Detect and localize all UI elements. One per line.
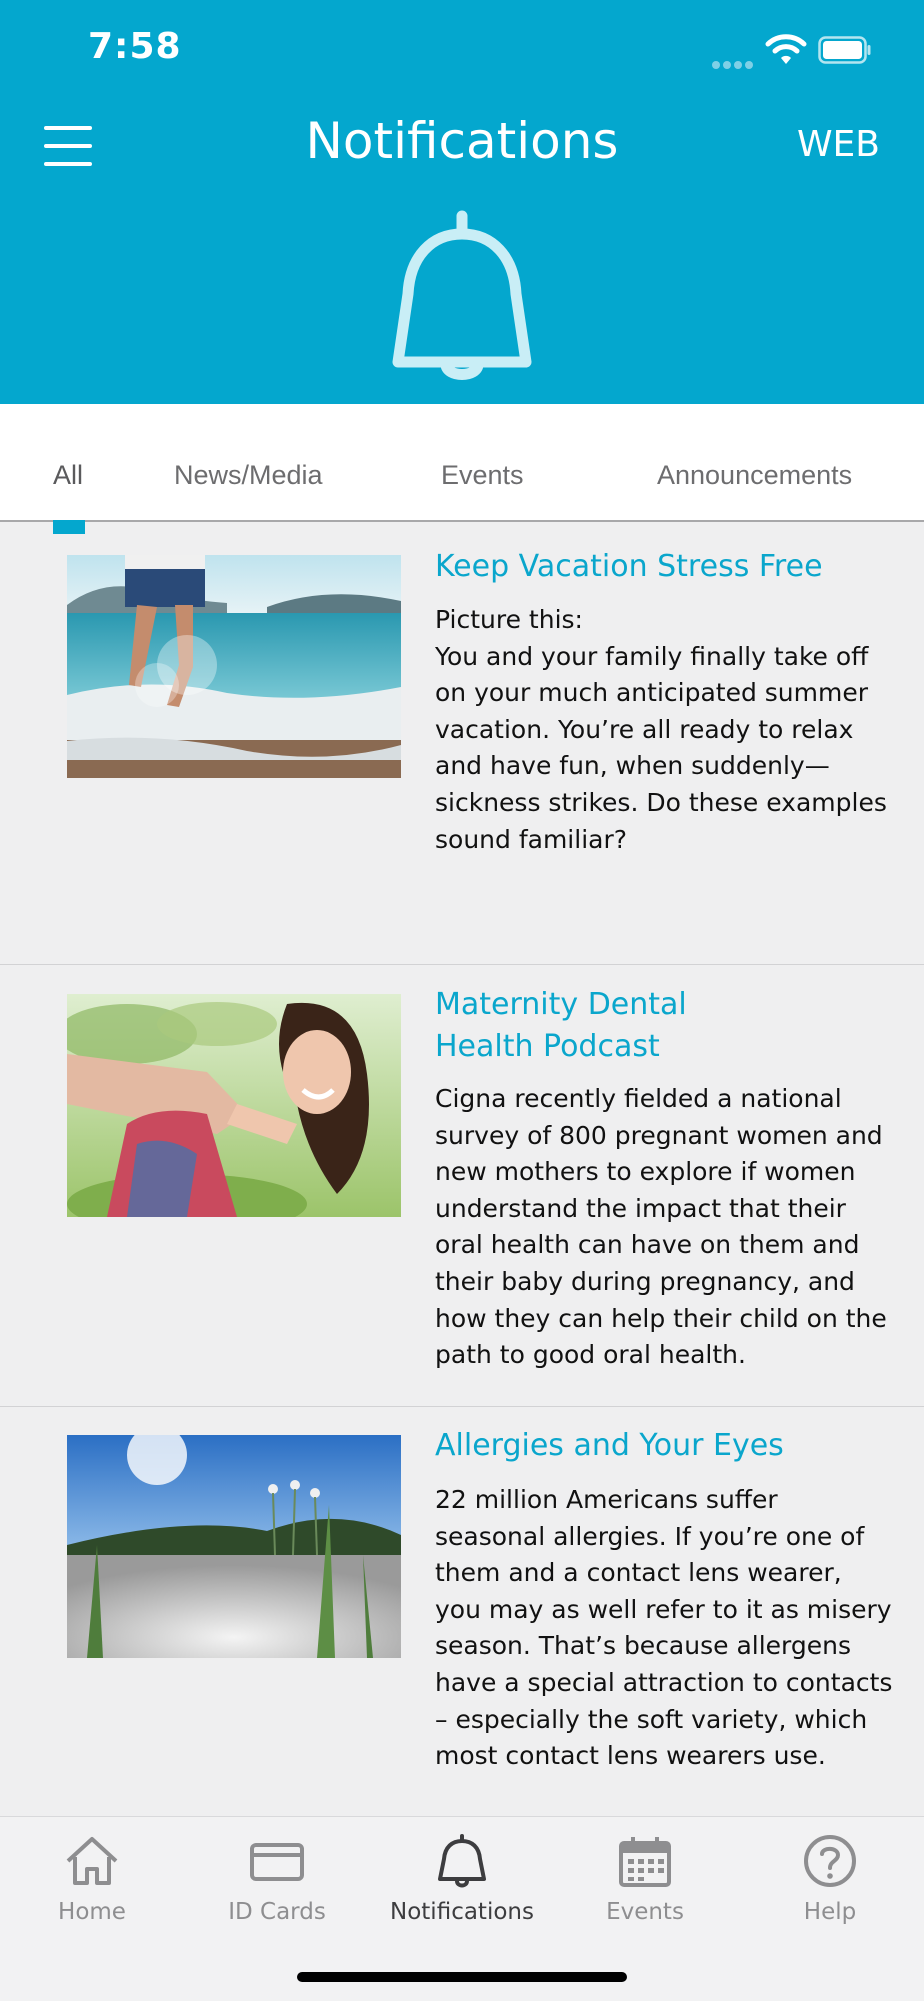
- tabbar-label: ID Cards: [228, 1899, 326, 1925]
- tabbar-item-notifications[interactable]: Notifications: [382, 1833, 542, 1925]
- article-item[interactable]: Maternity Dental Health Podcast Cigna re…: [0, 965, 924, 1407]
- home-icon: [66, 1837, 118, 1885]
- article-item[interactable]: Allergies and Your Eyes 22 million Ameri…: [0, 1407, 924, 1827]
- tabbar-label: Home: [58, 1899, 126, 1925]
- bell-icon: [392, 210, 532, 380]
- active-tab-indicator: [53, 520, 85, 534]
- tab-news-media[interactable]: News/Media: [174, 460, 323, 491]
- id-card-icon: [250, 1843, 304, 1881]
- calendar-icon: [619, 1837, 671, 1887]
- tab-all[interactable]: All: [53, 460, 83, 491]
- battery-icon: [818, 36, 871, 64]
- filter-tabs: All News/Media Events Announcements: [0, 404, 924, 522]
- article-title[interactable]: Keep Vacation Stress Free: [435, 546, 895, 588]
- tabbar-label: Help: [803, 1899, 857, 1925]
- tab-events[interactable]: Events: [441, 460, 524, 491]
- app-header: 7:58 Notifications WEB: [0, 0, 924, 404]
- web-button[interactable]: WEB: [797, 124, 880, 165]
- article-title[interactable]: Allergies and Your Eyes: [435, 1425, 895, 1467]
- article-body: 22 million Americans suffer seasonal all…: [435, 1485, 893, 1771]
- tabbar-item-help[interactable]: Help: [750, 1833, 910, 1925]
- tabbar-label: Events: [606, 1899, 684, 1925]
- tabbar-label: Notifications: [390, 1899, 534, 1925]
- beach-splash-photo: [67, 555, 401, 778]
- page-title: Notifications: [305, 112, 619, 170]
- article-body: Picture this: You and your family finall…: [435, 605, 887, 854]
- tabbar-item-events[interactable]: Events: [565, 1833, 725, 1925]
- tabbar-item-home[interactable]: Home: [12, 1833, 172, 1925]
- dandelion-field-photo: [67, 1435, 401, 1658]
- article-title[interactable]: Maternity Dental Health Podcast: [435, 984, 895, 1068]
- home-indicator[interactable]: [297, 1972, 627, 1982]
- help-icon: [804, 1835, 856, 1887]
- article-item[interactable]: Keep Vacation Stress Free Picture this: …: [0, 536, 924, 965]
- smiling-woman-photo: [67, 994, 401, 1217]
- bell-icon: [438, 1834, 486, 1888]
- tabbar-item-id-cards[interactable]: ID Cards: [197, 1833, 357, 1925]
- tab-announcements[interactable]: Announcements: [657, 460, 852, 491]
- cellular-signal-icon: [712, 54, 756, 69]
- article-body: Cigna recently fielded a national survey…: [435, 1084, 887, 1370]
- wifi-icon: [765, 34, 807, 64]
- status-time: 7:58: [88, 26, 182, 67]
